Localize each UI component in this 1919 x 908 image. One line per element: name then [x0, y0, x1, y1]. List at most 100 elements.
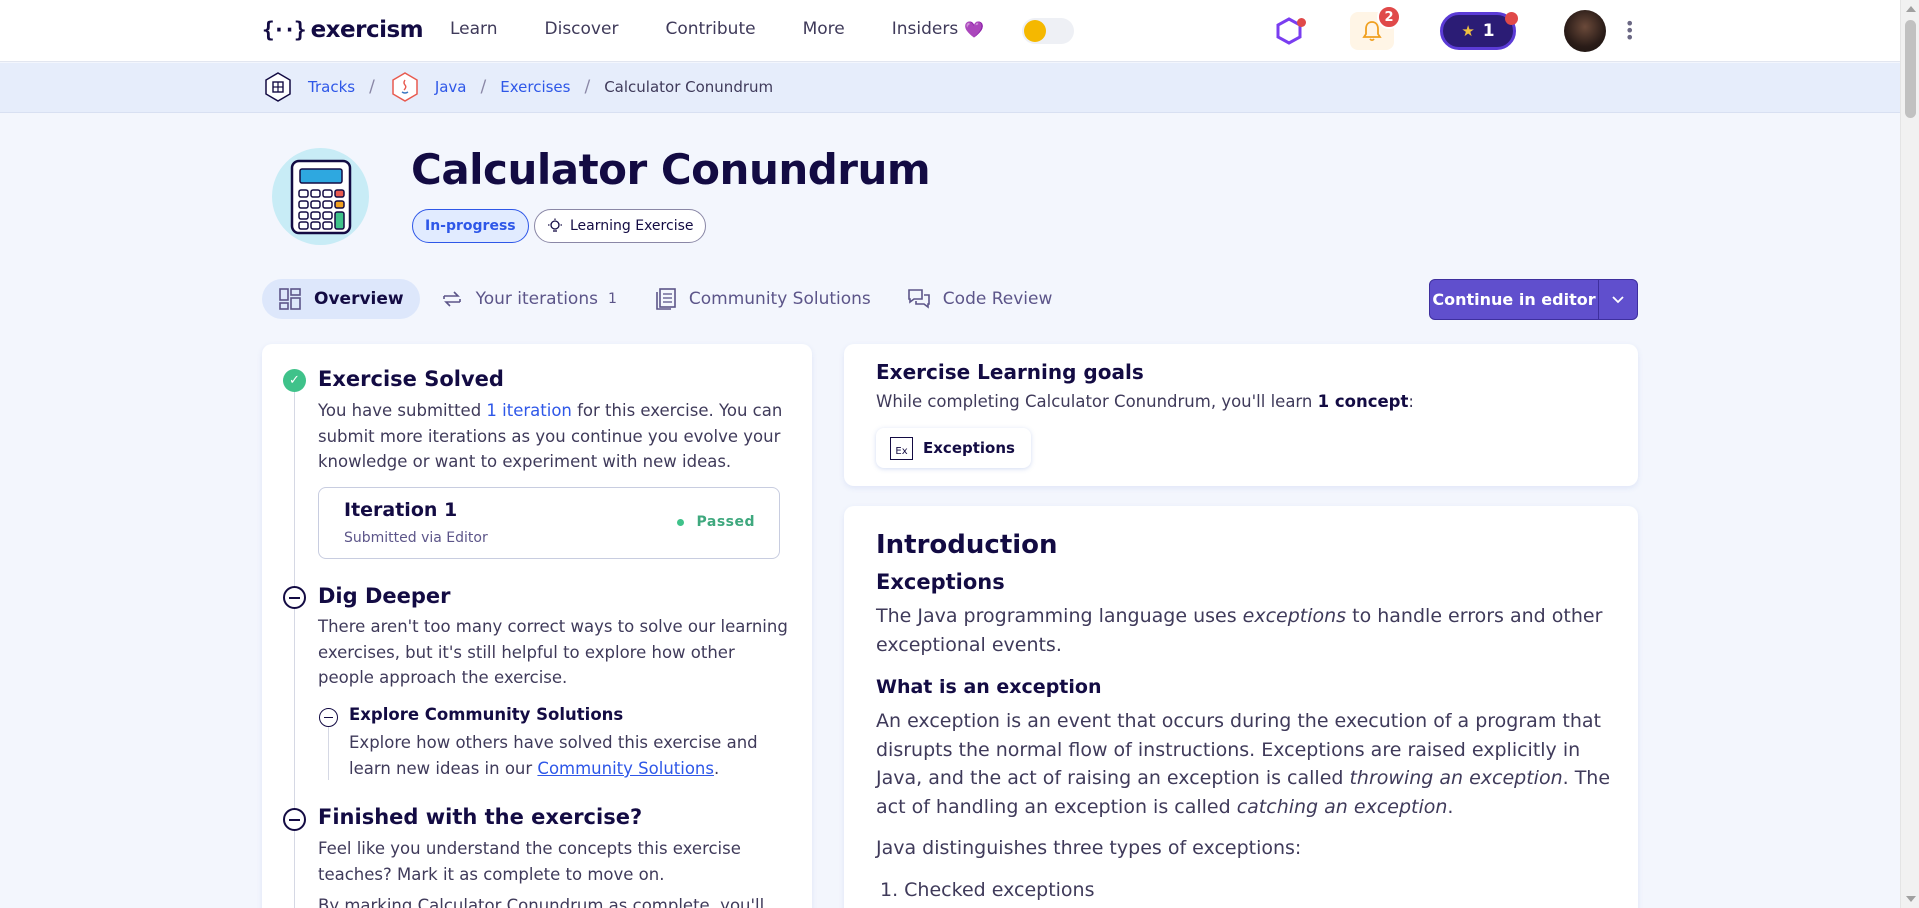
- logo-text: exercism: [310, 17, 424, 43]
- intro-p2-em2: catching an exception: [1236, 795, 1448, 818]
- learning-goals-text: While completing Calculator Conundrum, y…: [876, 392, 1414, 411]
- check-icon: ✓: [283, 369, 306, 392]
- iterations-link[interactable]: 1 iteration: [486, 401, 571, 420]
- intro-p2-em1: throwing an exception: [1349, 767, 1563, 789]
- iteration-status-label: Passed: [696, 514, 755, 530]
- iteration-status: Passed: [677, 514, 755, 530]
- goals-concept-count: 1 concept: [1317, 392, 1409, 411]
- continue-in-editor-button-group: Continue in editor: [1429, 279, 1638, 320]
- tab-overview-label: Overview: [314, 289, 404, 309]
- continue-in-editor-button[interactable]: Continue in editor: [1430, 280, 1599, 319]
- sub-timeline-line: [328, 722, 329, 780]
- overview-icon: [279, 288, 301, 310]
- explore-community-text: Explore how others have solved this exer…: [349, 730, 779, 782]
- status-badge: In-progress: [412, 209, 529, 243]
- breadcrumb-separator: /: [369, 77, 375, 97]
- goals-text-b: :: [1408, 392, 1414, 411]
- top-nav-bar: {··} exercism Learn Discover Contribute …: [0, 0, 1900, 62]
- exercise-type-label: Learning Exercise: [570, 218, 694, 234]
- nav-more[interactable]: More: [803, 19, 845, 39]
- dig-deeper-text: There aren't too many correct ways to so…: [318, 617, 788, 687]
- breadcrumb-current: Calculator Conundrum: [604, 78, 774, 96]
- breadcrumb: Tracks / Java / Exercises / Calculator C…: [262, 71, 773, 103]
- main-nav: Learn Discover Contribute More Insiders …: [450, 19, 1031, 39]
- scroll-up-icon[interactable]: [1906, 6, 1916, 12]
- scrollbar-thumb[interactable]: [1905, 20, 1916, 118]
- nav-insiders[interactable]: Insiders 💜: [892, 19, 984, 39]
- iteration-title: Iteration 1: [344, 499, 458, 521]
- tab-your-iterations[interactable]: Your iterations 1: [424, 279, 633, 319]
- lightbulb-icon: [548, 218, 562, 232]
- reputation-value: 1: [1482, 21, 1495, 41]
- tab-iterations-count: 1: [607, 291, 617, 307]
- introduction-panel: Introduction Exceptions The Java program…: [844, 506, 1638, 908]
- exercism-logo[interactable]: {··} exercism: [262, 17, 424, 43]
- reputation-alert-dot: [1505, 12, 1518, 25]
- scroll-down-icon[interactable]: [1906, 896, 1916, 902]
- learning-goals-title: Exercise Learning goals: [876, 360, 1144, 384]
- journey-alert-dot: [1297, 18, 1306, 27]
- collapse-icon[interactable]: [283, 586, 306, 609]
- heart-icon: 💜: [964, 19, 985, 39]
- breadcrumb-tracks[interactable]: Tracks: [308, 78, 355, 96]
- breadcrumb-java[interactable]: Java: [435, 78, 467, 96]
- list-item: 1. Checked exceptions: [880, 879, 1095, 901]
- intro-p1-a: The Java programming language uses: [876, 605, 1243, 627]
- community-solutions-icon: [656, 288, 676, 310]
- intro-p1-em: exceptions: [1242, 605, 1347, 627]
- nav-discover[interactable]: Discover: [545, 19, 619, 39]
- concept-exceptions[interactable]: Ex Exceptions: [876, 428, 1031, 468]
- exercise-type-badge: Learning Exercise: [534, 209, 707, 243]
- theme-toggle[interactable]: [1022, 18, 1074, 44]
- nav-learn[interactable]: Learn: [450, 19, 498, 39]
- chevron-down-icon: [1612, 295, 1624, 303]
- editor-options-dropdown[interactable]: [1599, 280, 1637, 319]
- tab-iterations-label: Your iterations: [475, 289, 598, 309]
- user-avatar[interactable]: [1564, 10, 1606, 52]
- breadcrumb-separator: /: [584, 77, 591, 97]
- community-solutions-link[interactable]: Community Solutions: [537, 759, 714, 778]
- finished-text: Feel like you understand the concepts th…: [318, 839, 741, 884]
- iteration-card[interactable]: Iteration 1 Submitted via Editor Passed: [318, 487, 780, 559]
- tab-community-solutions-label: Community Solutions: [688, 289, 871, 309]
- exceptions-concept-icon: Ex: [890, 436, 913, 460]
- introduction-heading: Introduction: [876, 530, 1058, 560]
- notification-count-badge: 2: [1377, 5, 1401, 29]
- collapse-icon[interactable]: [319, 708, 338, 727]
- goals-text-a: While completing Calculator Conundrum, y…: [876, 392, 1318, 411]
- java-icon: [389, 71, 421, 103]
- exercise-title: Calculator Conundrum: [411, 145, 931, 194]
- logo-mark: {··}: [262, 18, 307, 42]
- exercise-solved-text: You have submitted 1 iteration for this …: [318, 398, 788, 475]
- reputation-icon: ★: [1461, 22, 1475, 40]
- exceptions-heading: Exceptions: [876, 570, 1005, 594]
- intro-p2-c: .: [1447, 795, 1454, 818]
- theme-toggle-knob: [1024, 20, 1046, 42]
- dig-deeper-title: Dig Deeper: [318, 584, 451, 608]
- iteration-subtitle: Submitted via Editor: [344, 530, 488, 546]
- breadcrumb-exercises[interactable]: Exercises: [500, 78, 570, 96]
- intro-paragraph-1: The Java programming language uses excep…: [876, 602, 1616, 659]
- collapse-icon[interactable]: [283, 808, 306, 831]
- tracks-icon: [262, 71, 294, 103]
- intro-paragraph-3: Java distinguishes three types of except…: [876, 837, 1302, 859]
- finished-title: Finished with the exercise?: [318, 805, 643, 829]
- nav-contribute[interactable]: Contribute: [665, 19, 755, 39]
- tab-community-solutions[interactable]: Community Solutions: [637, 279, 887, 319]
- iterations-icon: [442, 291, 461, 307]
- page: {··} exercism Learn Discover Contribute …: [0, 0, 1900, 908]
- kebab-menu-icon[interactable]: • • •: [1625, 16, 1634, 46]
- concept-label: Exceptions: [923, 439, 1015, 457]
- learning-goals-panel: Exercise Learning goals While completing…: [844, 344, 1638, 486]
- status-dot-icon: [677, 518, 685, 526]
- tab-overview[interactable]: Overview: [262, 279, 420, 319]
- page-scrollbar[interactable]: [1900, 0, 1919, 908]
- breadcrumb-bar: Tracks / Java / Exercises / Calculator C…: [0, 63, 1900, 113]
- exercise-solved-title: Exercise Solved: [318, 367, 504, 391]
- solved-text-a: You have submitted: [318, 401, 487, 420]
- exercise-tabs: Overview Your iterations 1 Community Sol…: [262, 279, 1072, 319]
- intro-paragraph-2: An exception is an event that occurs dur…: [876, 707, 1616, 821]
- tab-code-review-label: Code Review: [942, 289, 1053, 309]
- tab-code-review[interactable]: Code Review: [891, 279, 1069, 319]
- what-is-exception-heading: What is an exception: [876, 676, 1102, 698]
